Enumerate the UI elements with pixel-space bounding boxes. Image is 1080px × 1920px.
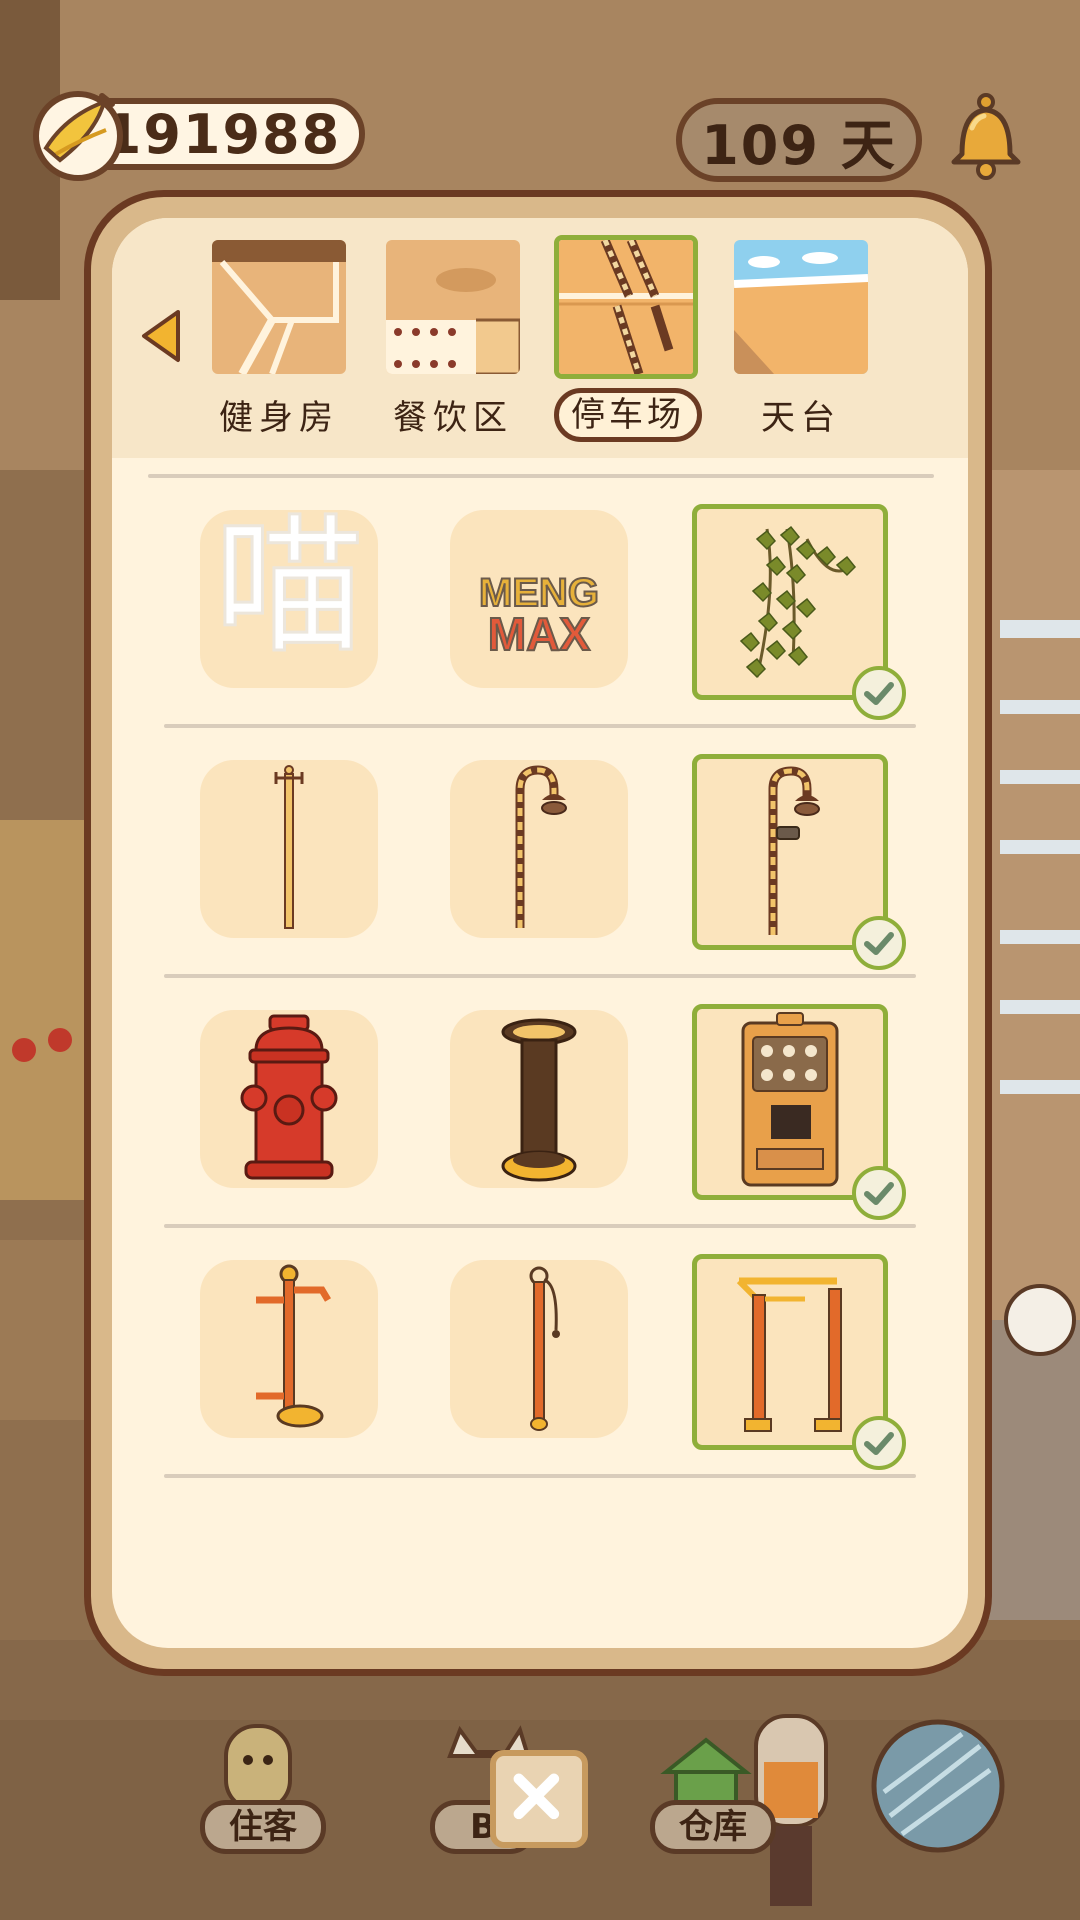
decoration-panel-content: 健身房 餐饮区 停车场 天台 喵 MENG MAX bbox=[112, 218, 968, 1648]
close-button[interactable] bbox=[490, 1750, 588, 1848]
street-lamp-icon bbox=[515, 765, 567, 928]
equipped-check-icon bbox=[852, 1166, 906, 1220]
bell-icon[interactable] bbox=[946, 88, 1026, 184]
item-slot-plain-pole[interactable] bbox=[200, 760, 378, 938]
rooftop-thumbnail-icon bbox=[734, 240, 868, 374]
tab-label-gym[interactable]: 健身房 bbox=[184, 390, 374, 439]
plain-pole-icon bbox=[274, 765, 304, 929]
equipped-check-icon bbox=[852, 1416, 906, 1470]
divider bbox=[164, 724, 916, 728]
gym-thumbnail-icon bbox=[212, 240, 346, 374]
tab-label-dining[interactable]: 餐饮区 bbox=[358, 390, 548, 439]
guests-label: 住客 bbox=[229, 1807, 297, 1847]
divider bbox=[148, 474, 934, 478]
tab-rooftop[interactable] bbox=[734, 240, 868, 374]
divider bbox=[164, 1474, 916, 1478]
equipped-check-icon bbox=[852, 916, 906, 970]
ivy-vine-icon bbox=[739, 525, 857, 679]
coin-count: 191988 bbox=[103, 102, 342, 166]
equipped-check-icon bbox=[852, 666, 906, 720]
dining-thumbnail-icon bbox=[386, 240, 520, 374]
street-lamp-camera-icon bbox=[768, 766, 820, 935]
svg-text:MAX: MAX bbox=[488, 608, 591, 660]
item-slot-exercise-pole[interactable] bbox=[200, 1260, 378, 1438]
item-slot-meow-sign[interactable]: 喵 bbox=[200, 510, 378, 688]
pull-up-bars-icon bbox=[736, 1277, 842, 1432]
meow-sign-icon: 喵 bbox=[212, 510, 365, 676]
item-slot-meng-max[interactable]: MENG MAX bbox=[450, 510, 628, 688]
meow-sign-text: 喵 bbox=[214, 510, 364, 674]
hanging-pole-icon bbox=[529, 1266, 560, 1431]
divider bbox=[164, 974, 916, 978]
ashtray-bin-icon bbox=[501, 1018, 577, 1182]
arrow-left-icon[interactable] bbox=[138, 306, 184, 366]
vending-machine-icon bbox=[741, 1012, 839, 1187]
day-count: 109 天 bbox=[701, 113, 897, 177]
tab-dining[interactable] bbox=[386, 240, 520, 374]
tab-parking[interactable] bbox=[554, 235, 698, 379]
item-slot-hanging-pole[interactable] bbox=[450, 1260, 628, 1438]
item-slot-ashtray-bin[interactable] bbox=[450, 1010, 628, 1188]
fire-hydrant-icon bbox=[240, 1014, 338, 1180]
meng-max-graffiti-icon: MENG MAX bbox=[478, 570, 600, 661]
day-counter: 109 天 bbox=[676, 98, 922, 182]
tab-label-rooftop[interactable]: 天台 bbox=[706, 390, 896, 439]
exercise-pole-icon bbox=[256, 1264, 332, 1428]
item-slot-street-lamp[interactable] bbox=[450, 760, 628, 938]
tab-gym[interactable] bbox=[212, 240, 346, 374]
parking-thumbnail-icon bbox=[559, 240, 693, 374]
warehouse-label: 仓库 bbox=[679, 1807, 747, 1847]
divider bbox=[164, 1224, 916, 1228]
banana-icon bbox=[33, 91, 123, 181]
close-icon bbox=[513, 1773, 560, 1820]
guests-button[interactable]: 住客 bbox=[200, 1800, 326, 1854]
item-slot-fire-hydrant[interactable] bbox=[200, 1010, 378, 1188]
warehouse-button[interactable]: 仓库 bbox=[650, 1800, 776, 1854]
tab-label-parking[interactable]: 停车场 bbox=[554, 388, 702, 442]
